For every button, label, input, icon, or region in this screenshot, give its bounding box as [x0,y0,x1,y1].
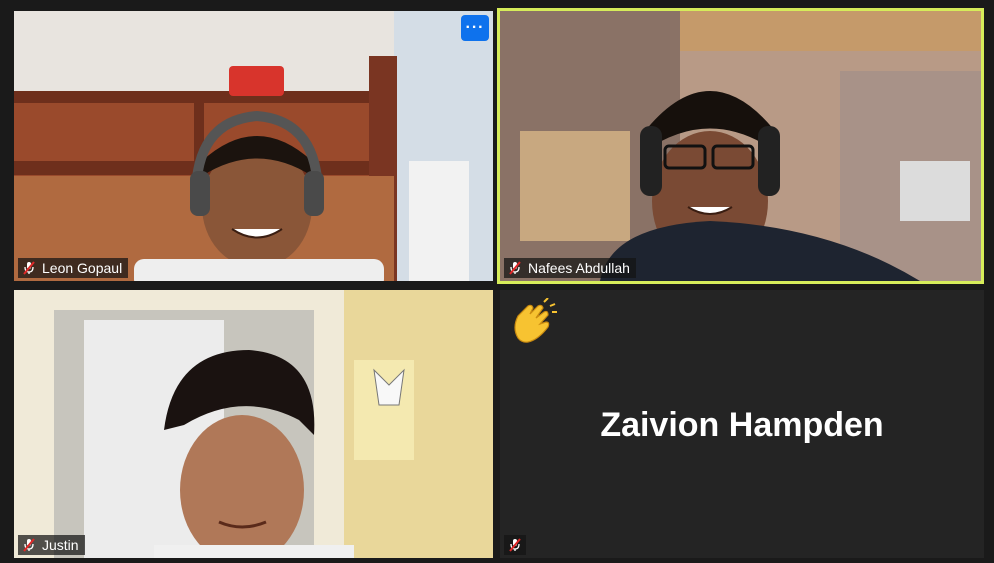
microphone-muted-icon [509,538,521,552]
video-feed-nafees [500,11,981,281]
microphone-muted-icon [23,538,35,552]
video-tile-nafees[interactable]: Nafees Abdullah [500,11,981,281]
nameplate: Justin [18,535,85,555]
nameplate [504,535,526,555]
video-tile-zaivion[interactable]: Zaivion Hampden [500,290,984,558]
video-tile-justin[interactable]: Justin [14,290,493,558]
video-tile-leon[interactable]: ··· Leon Gopaul [14,11,493,281]
participant-name: Nafees Abdullah [528,260,630,276]
video-feed-justin [14,290,493,558]
microphone-muted-icon [509,261,521,275]
microphone-muted-icon [23,261,35,275]
participant-name-large: Zaivion Hampden [600,406,884,444]
more-options-button[interactable]: ··· [461,15,489,41]
video-feed-leon [14,11,493,281]
clapping-hands-icon [514,298,557,343]
participant-name: Leon Gopaul [42,260,123,276]
nameplate: Nafees Abdullah [504,258,636,278]
participant-name: Justin [42,537,79,553]
nameplate: Leon Gopaul [18,258,129,278]
